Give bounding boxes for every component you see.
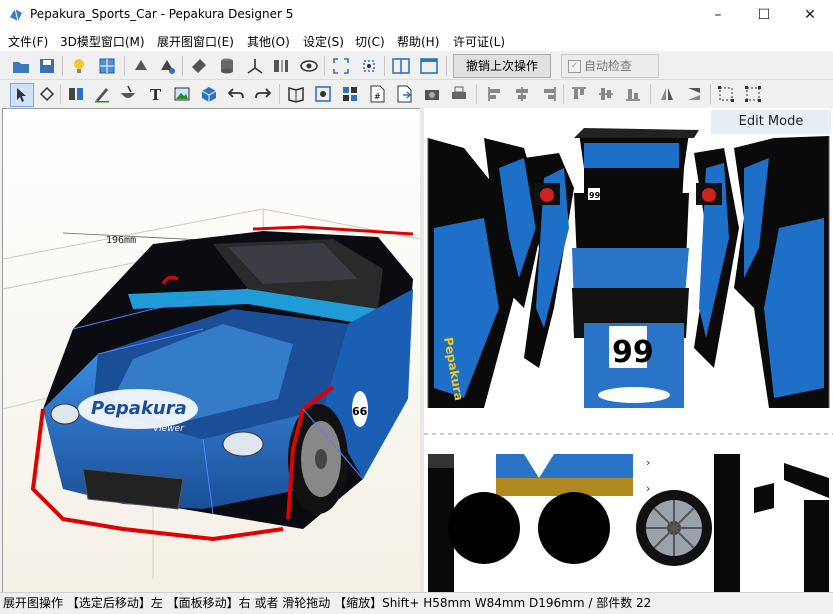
book-icon[interactable] bbox=[285, 83, 307, 105]
edit-toolbar: T # bbox=[0, 80, 833, 107]
edit-mode-label[interactable]: Edit Mode bbox=[711, 110, 831, 134]
axis-icon[interactable] bbox=[244, 55, 266, 77]
page-icon[interactable]: # bbox=[366, 83, 388, 105]
lightbulb-icon[interactable] bbox=[68, 55, 90, 77]
undo-last-operation-button[interactable]: 撤销上次操作 bbox=[453, 54, 551, 78]
hood-logo-text: Pepakura bbox=[91, 398, 187, 419]
split-view-icon[interactable] bbox=[270, 55, 292, 77]
rotate-part-icon[interactable] bbox=[130, 55, 152, 77]
undo-arrow-icon[interactable] bbox=[225, 83, 247, 105]
unfold-pattern[interactable]: Pepakura 99 99 › › bbox=[424, 108, 833, 592]
align-bottom-icon[interactable] bbox=[622, 83, 644, 105]
auto-check-label: 自动检查 bbox=[584, 59, 633, 73]
menu-unfold-window[interactable]: 展开图窗口(E) bbox=[157, 33, 234, 50]
minimize-button[interactable]: – bbox=[695, 0, 741, 30]
maximize-button[interactable]: ☐ bbox=[741, 0, 787, 30]
zoom-icon[interactable] bbox=[312, 83, 334, 105]
align-middle-icon[interactable] bbox=[595, 83, 617, 105]
fit-icon[interactable] bbox=[330, 55, 352, 77]
save-icon[interactable] bbox=[36, 55, 58, 77]
grid-icon[interactable] bbox=[339, 83, 361, 105]
auto-check-toggle[interactable]: ✓ 自动检查 bbox=[561, 54, 659, 78]
hood-small-number: 99 bbox=[589, 191, 601, 200]
align-center-icon[interactable] bbox=[511, 83, 533, 105]
svg-text:›: › bbox=[646, 456, 650, 469]
unfold-view[interactable]: Pepakura 99 99 › › Edit Mode bbox=[424, 108, 833, 592]
redo-arrow-icon[interactable] bbox=[252, 83, 274, 105]
box-icon[interactable] bbox=[198, 83, 220, 105]
close-button[interactable]: ✕ bbox=[787, 0, 833, 30]
menu-bar: 文件(F) 3D模型窗口(M) 展开图窗口(E) 其他(O) 设定(S) 切(C… bbox=[0, 30, 833, 51]
window-title: Pepakura_Sports_Car - Pepakura Designer … bbox=[30, 7, 294, 21]
menu-cut[interactable]: 切(C) bbox=[355, 33, 385, 50]
two-panes-icon[interactable] bbox=[390, 55, 412, 77]
image-icon[interactable] bbox=[171, 83, 193, 105]
flip-v-icon[interactable] bbox=[683, 83, 705, 105]
menu-help[interactable]: 帮助(H) bbox=[397, 33, 439, 50]
bowl-icon[interactable] bbox=[117, 83, 139, 105]
menu-settings[interactable]: 设定(S) bbox=[303, 33, 344, 50]
settings-icon[interactable] bbox=[358, 55, 380, 77]
svg-text:›: › bbox=[646, 482, 650, 495]
pen-icon[interactable] bbox=[91, 83, 113, 105]
menu-file[interactable]: 文件(F) bbox=[8, 33, 48, 50]
svg-text:#: # bbox=[374, 92, 381, 101]
main-toolbar: 撤销上次操作 ✓ 自动检查 bbox=[0, 52, 833, 80]
rotate-edit-icon[interactable] bbox=[36, 83, 58, 105]
join-icon[interactable] bbox=[65, 83, 87, 105]
cylinder-icon[interactable] bbox=[216, 55, 238, 77]
svg-text:T: T bbox=[150, 86, 162, 104]
open-icon[interactable] bbox=[10, 55, 32, 77]
number-label: 99 bbox=[612, 335, 654, 370]
app-icon bbox=[8, 7, 24, 23]
texture-icon[interactable] bbox=[96, 55, 118, 77]
flip-h-icon[interactable] bbox=[656, 83, 678, 105]
menu-license[interactable]: 许可证(L) bbox=[453, 33, 505, 50]
text-icon[interactable]: T bbox=[145, 83, 167, 105]
auto-check-checkbox[interactable]: ✓ bbox=[568, 60, 581, 73]
dimension-label: 196mm bbox=[106, 235, 136, 246]
align-right-icon[interactable] bbox=[538, 83, 560, 105]
eye-icon[interactable] bbox=[298, 55, 320, 77]
select-part-icon[interactable] bbox=[156, 55, 178, 77]
camera-icon[interactable] bbox=[421, 83, 443, 105]
3d-model-view[interactable]: 196mm Pepakura Viewer 66 bbox=[2, 108, 422, 594]
title-bar: Pepakura_Sports_Car - Pepakura Designer … bbox=[0, 0, 833, 30]
fit-all-icon[interactable] bbox=[742, 83, 764, 105]
single-pane-icon[interactable] bbox=[418, 55, 440, 77]
menu-other[interactable]: 其他(O) bbox=[247, 33, 290, 50]
align-left-icon[interactable] bbox=[484, 83, 506, 105]
select-edit-icon[interactable] bbox=[10, 83, 34, 107]
status-bar: 展开图操作 【选定后移动】左 【面板移动】右 或者 滑轮拖动 【缩放】Shift… bbox=[0, 592, 833, 614]
export-icon[interactable] bbox=[393, 83, 415, 105]
fit-width-icon[interactable] bbox=[715, 83, 737, 105]
hood-logo-sub: Viewer bbox=[153, 424, 185, 434]
align-top-icon[interactable] bbox=[568, 83, 590, 105]
paint-icon[interactable] bbox=[188, 55, 210, 77]
print-icon[interactable] bbox=[448, 83, 470, 105]
side-number: 66 bbox=[352, 405, 368, 418]
3d-car-model[interactable]: 196mm Pepakura Viewer 66 bbox=[3, 109, 421, 593]
menu-3d-window[interactable]: 3D模型窗口(M) bbox=[60, 33, 145, 50]
